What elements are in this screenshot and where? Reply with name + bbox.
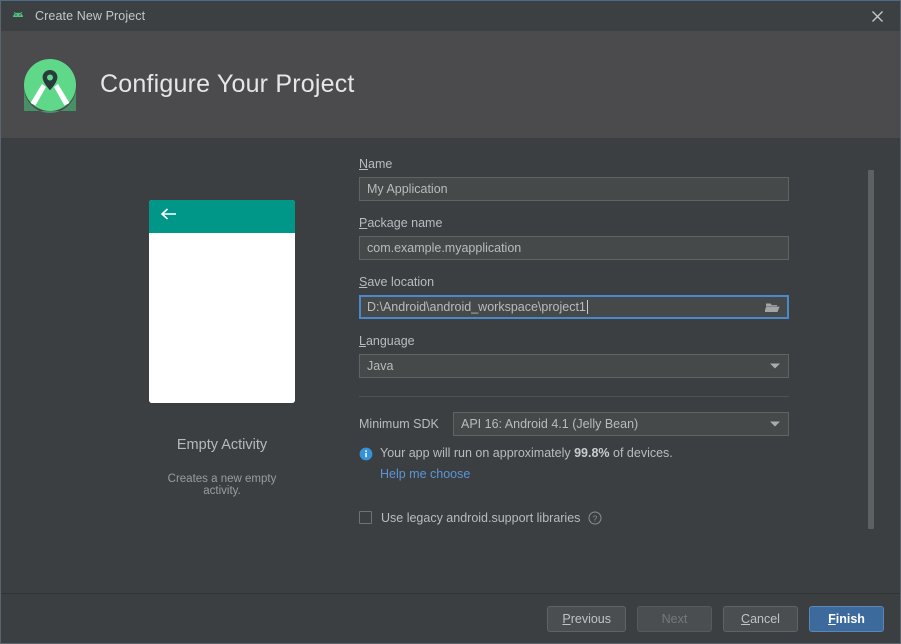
save-location-input-value: D:\Android\android_workspace\project1 bbox=[367, 300, 586, 314]
name-input-value: My Application bbox=[367, 182, 448, 196]
package-name-label-rest: ackage name bbox=[367, 216, 442, 230]
cancel-button-mnemonic: C bbox=[741, 612, 750, 626]
window-title: Create New Project bbox=[35, 9, 145, 23]
close-icon[interactable] bbox=[854, 1, 900, 31]
language-label: Language bbox=[359, 334, 789, 348]
title-bar: Create New Project bbox=[1, 1, 900, 31]
name-label-rest: ame bbox=[368, 157, 392, 171]
help-me-choose-link[interactable]: Help me choose bbox=[380, 467, 470, 481]
finish-button[interactable]: Finish bbox=[809, 606, 884, 632]
language-label-mnemonic: L bbox=[359, 334, 366, 348]
help-icon[interactable]: ? bbox=[588, 511, 602, 525]
finish-button-rest: inish bbox=[836, 612, 865, 626]
legacy-libraries-checkbox[interactable] bbox=[359, 511, 372, 524]
project-form: Name My Application Package name com.exa… bbox=[359, 157, 789, 525]
android-studio-logo-icon bbox=[22, 57, 78, 113]
form-divider bbox=[359, 396, 789, 397]
text-caret bbox=[587, 300, 588, 314]
android-robot-icon bbox=[10, 8, 26, 24]
device-coverage-prefix: Your app will run on approximately bbox=[380, 446, 574, 460]
dialog-header: Configure Your Project bbox=[1, 31, 900, 138]
template-preview: Empty Activity Creates a new empty activ… bbox=[149, 200, 295, 497]
minimum-sdk-select[interactable]: API 16: Android 4.1 (Jelly Bean) bbox=[453, 412, 789, 436]
language-select[interactable]: Java bbox=[359, 354, 789, 378]
preview-appbar bbox=[149, 200, 295, 233]
dialog-footer: Previous Next Cancel Finish bbox=[1, 593, 900, 643]
package-name-label: Package name bbox=[359, 216, 789, 230]
content-scrollbar[interactable] bbox=[867, 138, 875, 593]
device-coverage-percent: 99.8% bbox=[574, 446, 609, 460]
template-name: Empty Activity bbox=[149, 437, 295, 453]
preview-body bbox=[149, 233, 295, 403]
next-button: Next bbox=[637, 606, 712, 632]
previous-button[interactable]: Previous bbox=[547, 606, 626, 632]
dialog-content: Empty Activity Creates a new empty activ… bbox=[1, 138, 900, 593]
chevron-down-icon bbox=[770, 422, 780, 427]
name-label-mnemonic: N bbox=[359, 157, 368, 171]
device-coverage-suffix: of devices. bbox=[610, 446, 673, 460]
svg-text:?: ? bbox=[593, 513, 598, 523]
previous-button-mnemonic: P bbox=[562, 612, 570, 626]
legacy-libraries-label: Use legacy android.support libraries bbox=[381, 511, 580, 525]
name-input[interactable]: My Application bbox=[359, 177, 789, 201]
cancel-button-rest: ancel bbox=[750, 612, 780, 626]
device-coverage-info: Your app will run on approximately 99.8%… bbox=[359, 446, 789, 462]
page-title: Configure Your Project bbox=[100, 70, 355, 99]
finish-button-mnemonic: F bbox=[828, 612, 836, 626]
language-select-value: Java bbox=[367, 359, 393, 373]
legacy-libraries-row: Use legacy android.support libraries ? bbox=[359, 511, 789, 525]
create-new-project-dialog: Create New Project Configure Your Projec… bbox=[0, 0, 901, 644]
preview-card bbox=[149, 200, 295, 403]
save-location-label-rest: ave location bbox=[367, 275, 434, 289]
package-name-input[interactable]: com.example.myapplication bbox=[359, 236, 789, 260]
language-label-rest: anguage bbox=[366, 334, 415, 348]
package-name-input-value: com.example.myapplication bbox=[367, 241, 521, 255]
minimum-sdk-label: Minimum SDK bbox=[359, 417, 453, 431]
save-location-label: Save location bbox=[359, 275, 789, 289]
template-description: Creates a new empty activity. bbox=[149, 473, 295, 497]
chevron-down-icon bbox=[770, 364, 780, 369]
save-location-input[interactable]: D:\Android\android_workspace\project1 bbox=[359, 295, 789, 319]
scrollbar-thumb[interactable] bbox=[868, 170, 874, 529]
name-label: Name bbox=[359, 157, 789, 171]
cancel-button[interactable]: Cancel bbox=[723, 606, 798, 632]
folder-icon[interactable] bbox=[764, 299, 782, 315]
minimum-sdk-select-value: API 16: Android 4.1 (Jelly Bean) bbox=[461, 417, 638, 431]
back-arrow-icon bbox=[160, 207, 178, 226]
device-coverage-text: Your app will run on approximately 99.8%… bbox=[380, 446, 673, 462]
info-icon bbox=[359, 447, 373, 461]
next-button-label: Next bbox=[662, 612, 688, 626]
previous-button-rest: revious bbox=[571, 612, 611, 626]
minimum-sdk-row: Minimum SDK API 16: Android 4.1 (Jelly B… bbox=[359, 412, 789, 436]
footer-button-row: Previous Next Cancel Finish bbox=[547, 606, 884, 632]
